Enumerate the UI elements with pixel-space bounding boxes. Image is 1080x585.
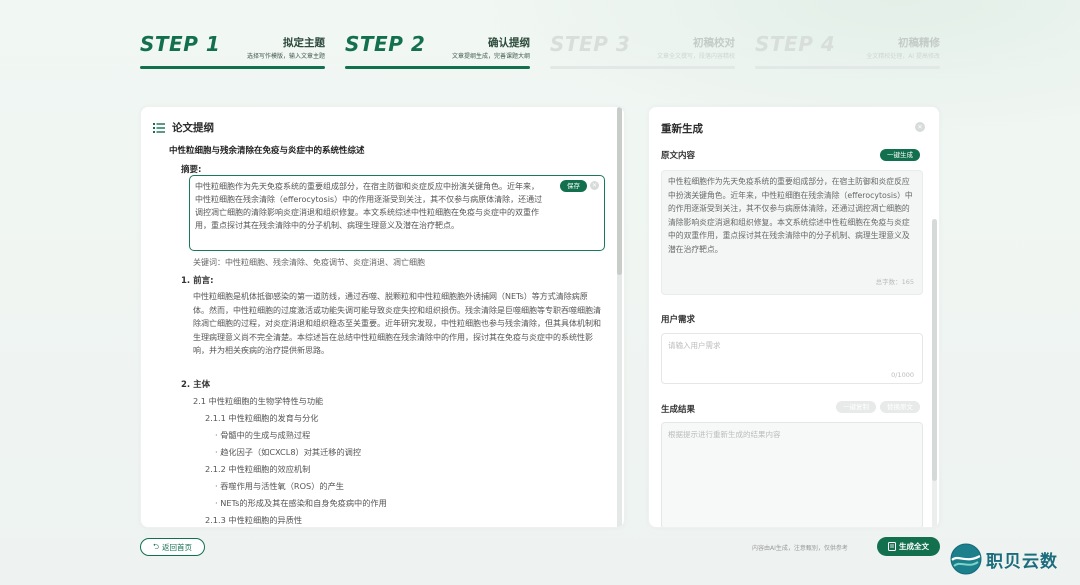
list-icon bbox=[153, 122, 165, 133]
logo-text: 职贝云数 bbox=[986, 551, 1058, 572]
close-icon[interactable]: ✕ bbox=[915, 122, 925, 132]
abstract-label: 摘要: bbox=[181, 165, 202, 175]
scrollbar-thumb[interactable] bbox=[617, 107, 622, 275]
step-2[interactable]: STEP 2 确认提纲 文章提纲生成，完善课题大纲 bbox=[345, 30, 530, 70]
brand-logo: 职贝云数 bbox=[950, 541, 1058, 577]
step-4[interactable]: STEP 4 初稿精修 全文精校处理，AI 提高修改 bbox=[755, 30, 940, 70]
step-subtitle: 文章提纲生成，完善课题大纲 bbox=[451, 53, 530, 60]
generate-full-text-button[interactable]: 生成全文 bbox=[877, 537, 940, 556]
step-number: STEP 1 bbox=[140, 32, 221, 56]
original-content: 中性粒细胞作为先天免疫系统的重要组成部分，在宿主防御和炎症反应中扮演关键角色。近… bbox=[661, 170, 923, 295]
generate-full-text-label: 生成全文 bbox=[899, 542, 929, 551]
outline-item[interactable]: · 骨髓中的生成与成熟过程 bbox=[215, 429, 310, 441]
back-home-button[interactable]: ⮌ 返回首页 bbox=[140, 538, 205, 556]
step-subtitle: 选择写作模版，输入文章主题 bbox=[246, 53, 325, 60]
section-heading[interactable]: 2. 主体 bbox=[181, 378, 210, 390]
section-heading[interactable]: 1. 前言: bbox=[181, 274, 214, 286]
intro-paragraph[interactable]: 中性粒细胞是机体抵御感染的第一道防线，通过吞噬、脱颗粒和中性粒细胞胞外诱捕网（N… bbox=[193, 290, 603, 358]
ai-disclaimer: 内容由AI生成，注意甄别，仅供参考 bbox=[752, 545, 848, 552]
outline-item[interactable]: 2.1.3 中性粒细胞的异质性 bbox=[205, 514, 302, 526]
back-icon: ⮌ bbox=[152, 541, 159, 551]
step-bar bbox=[345, 66, 530, 69]
step-subtitle: 全文精校处理，AI 提高修改 bbox=[866, 53, 940, 60]
outline-item[interactable]: 2.1 中性粒细胞的生物学特性与功能 bbox=[193, 395, 323, 407]
requirement-placeholder: 请输入用户需求 bbox=[668, 341, 721, 350]
outline-item[interactable]: 2.1.1 中性粒细胞的发育与分化 bbox=[205, 412, 319, 424]
requirement-label: 用户需求 bbox=[661, 315, 696, 325]
outline-item[interactable]: · 趋化因子（如CXCL8）对其迁移的调控 bbox=[215, 446, 361, 458]
document-title[interactable]: 中性粒细胞与残余清除在免疫与炎症中的系统性综述 bbox=[169, 144, 365, 156]
step-title: 初稿精修 bbox=[898, 37, 940, 49]
original-label: 原文内容 bbox=[661, 151, 696, 161]
outline-item[interactable]: · 吞噬作用与活性氧（ROS）的产生 bbox=[215, 480, 344, 492]
requirement-count: 0/1000 bbox=[891, 371, 914, 379]
document-icon bbox=[888, 542, 896, 551]
result-placeholder: 根据提示进行重新生成的结果内容 bbox=[668, 430, 781, 439]
outline-item[interactable]: 2.1.2 中性粒细胞的效应机制 bbox=[205, 463, 310, 475]
keywords[interactable]: 关键词：中性粒细胞、残余清除、免疫调节、炎症消退、凋亡细胞 bbox=[193, 257, 425, 268]
step-1[interactable]: STEP 1 拟定主题 选择写作模版，输入文章主题 bbox=[140, 30, 325, 70]
step-title: 初稿校对 bbox=[693, 37, 735, 49]
copy-button[interactable]: 一键复制 bbox=[836, 401, 876, 413]
step-title: 确认提纲 bbox=[488, 37, 530, 49]
save-button[interactable]: 保存 bbox=[560, 180, 587, 192]
replace-button[interactable]: 替换原文 bbox=[880, 401, 920, 413]
step-bar bbox=[550, 66, 735, 69]
abstract-text[interactable]: 中性粒细胞作为先天免疫系统的重要组成部分，在宿主防御和炎症反应中扮演关键角色。近… bbox=[195, 182, 542, 230]
outline-title: 论文提纲 bbox=[172, 122, 214, 134]
outline-header: 论文提纲 bbox=[153, 120, 214, 135]
result-output[interactable]: 根据提示进行重新生成的结果内容 bbox=[661, 422, 923, 527]
regenerate-title: 重新生成 bbox=[661, 123, 703, 135]
globe-logo-icon bbox=[950, 543, 982, 575]
step-subtitle: 文章全文撰写，段落内容精校 bbox=[656, 53, 735, 60]
abstract-editor[interactable]: 中性粒细胞作为先天免疫系统的重要组成部分，在宿主防御和炎症反应中扮演关键角色。近… bbox=[189, 175, 605, 251]
step-number: STEP 4 bbox=[755, 32, 836, 56]
regenerate-panel: 重新生成 ✕ 原文内容 一键生成 中性粒细胞作为先天免疫系统的重要组成部分，在宿… bbox=[648, 106, 940, 528]
outline-item[interactable]: · NETs的形成及其在感染和自身免疫病中的作用 bbox=[215, 497, 387, 509]
close-icon[interactable]: ✕ bbox=[590, 181, 599, 190]
step-progress: STEP 1 拟定主题 选择写作模版，输入文章主题 STEP 2 确认提纲 文章… bbox=[140, 30, 940, 74]
outline-panel: 论文提纲 中性粒细胞与残余清除在免疫与炎症中的系统性综述 摘要: 中性粒细胞作为… bbox=[140, 106, 625, 528]
one-click-generate-button[interactable]: 一键生成 bbox=[880, 149, 920, 161]
step-number: STEP 2 bbox=[345, 32, 426, 56]
back-home-label: 返回首页 bbox=[162, 542, 192, 552]
result-label: 生成结果 bbox=[661, 405, 696, 415]
requirement-input[interactable]: 请输入用户需求 0/1000 bbox=[661, 333, 923, 384]
step-3[interactable]: STEP 3 初稿校对 文章全文撰写，段落内容精校 bbox=[550, 30, 735, 70]
step-title: 拟定主题 bbox=[283, 37, 325, 49]
step-number: STEP 3 bbox=[550, 32, 631, 56]
step-bar bbox=[140, 66, 325, 69]
char-count: 总字数：165 bbox=[875, 278, 914, 287]
step-bar bbox=[755, 66, 940, 69]
scrollbar-thumb[interactable] bbox=[932, 219, 937, 481]
original-text: 中性粒细胞作为先天免疫系统的重要组成部分，在宿主防御和炎症反应中扮演关键角色。近… bbox=[668, 177, 913, 254]
